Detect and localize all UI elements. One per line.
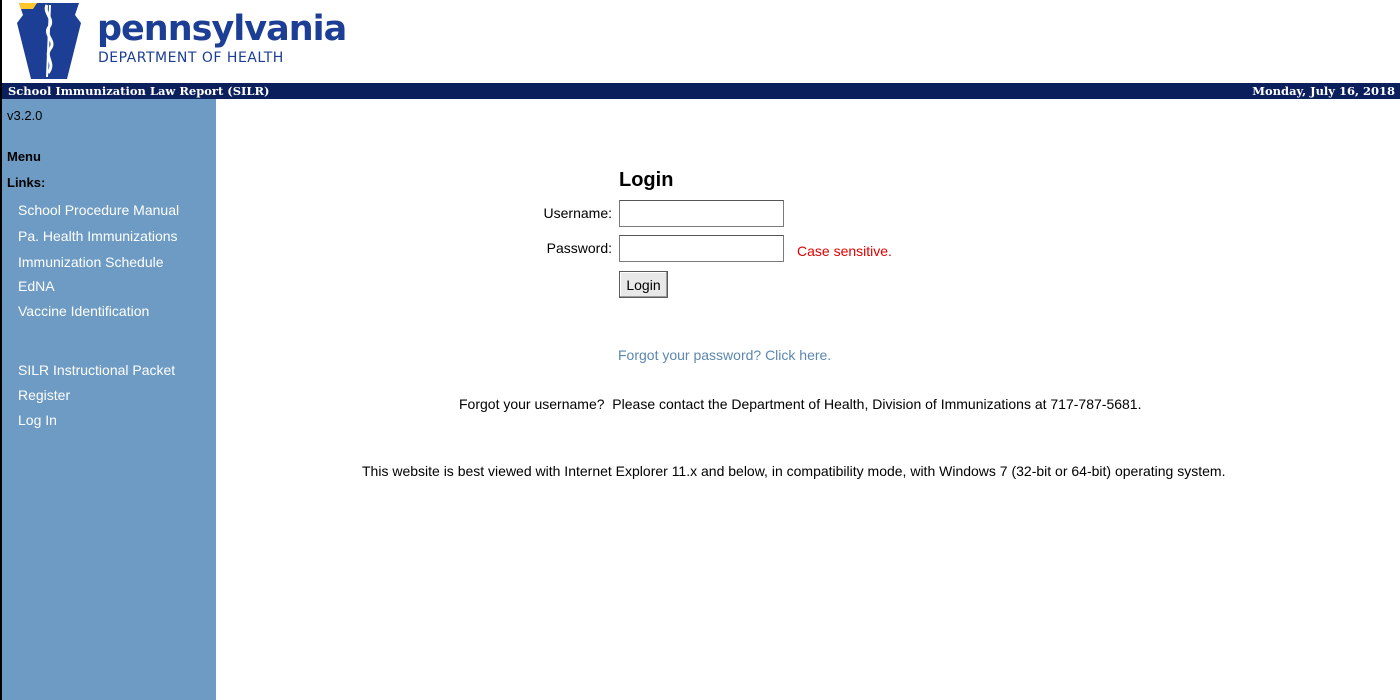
sidebar-link-log-in[interactable]: Log In [18, 412, 57, 428]
app-title: School Immunization Law Report (SILR) [8, 84, 270, 98]
logo-subtitle: DEPARTMENT OF HEALTH [98, 50, 284, 66]
sidebar-link-edna[interactable]: EdNA [18, 278, 55, 294]
title-bar: School Immunization Law Report (SILR) Mo… [2, 83, 1400, 99]
password-label: Password: [546, 240, 612, 256]
keystone-icon [17, 3, 81, 79]
sidebar-link-school-procedure-manual[interactable]: School Procedure Manual [18, 202, 179, 218]
forgot-username-text: Forgot your username? Please contact the… [459, 396, 1142, 412]
page: pennsylvania DEPARTMENT OF HEALTH School… [0, 0, 1400, 700]
username-input[interactable] [619, 200, 784, 227]
sidebar-link-pa-health-immunizations[interactable]: Pa. Health Immunizations [18, 228, 178, 244]
login-title: Login [619, 169, 674, 191]
username-label: Username: [543, 205, 612, 221]
version-label: v3.2.0 [7, 108, 43, 123]
pa-health-logo[interactable]: pennsylvania DEPARTMENT OF HEALTH [17, 3, 347, 81]
sidebar: v3.2.0 Menu Links: School Procedure Manu… [2, 99, 216, 700]
current-date: Monday, July 16, 2018 [1252, 84, 1395, 98]
sidebar-link-vaccine-identification[interactable]: Vaccine Identification [18, 303, 149, 319]
sidebar-link-register[interactable]: Register [18, 387, 70, 403]
sidebar-link-immunization-schedule[interactable]: Immunization Schedule [18, 254, 164, 270]
forgot-password-link[interactable]: Forgot your password? Click here. [618, 347, 831, 363]
password-input[interactable] [619, 235, 784, 262]
case-sensitive-note: Case sensitive. [797, 243, 892, 259]
sidebar-link-silr-instructional-packet[interactable]: SILR Instructional Packet [18, 362, 175, 378]
links-heading: Links: [7, 175, 46, 190]
login-button[interactable]: Login [619, 271, 668, 298]
menu-heading: Menu [7, 149, 41, 164]
logo-wordmark: pennsylvania [97, 9, 347, 49]
browser-compatibility-note: This website is best viewed with Interne… [362, 463, 1226, 479]
